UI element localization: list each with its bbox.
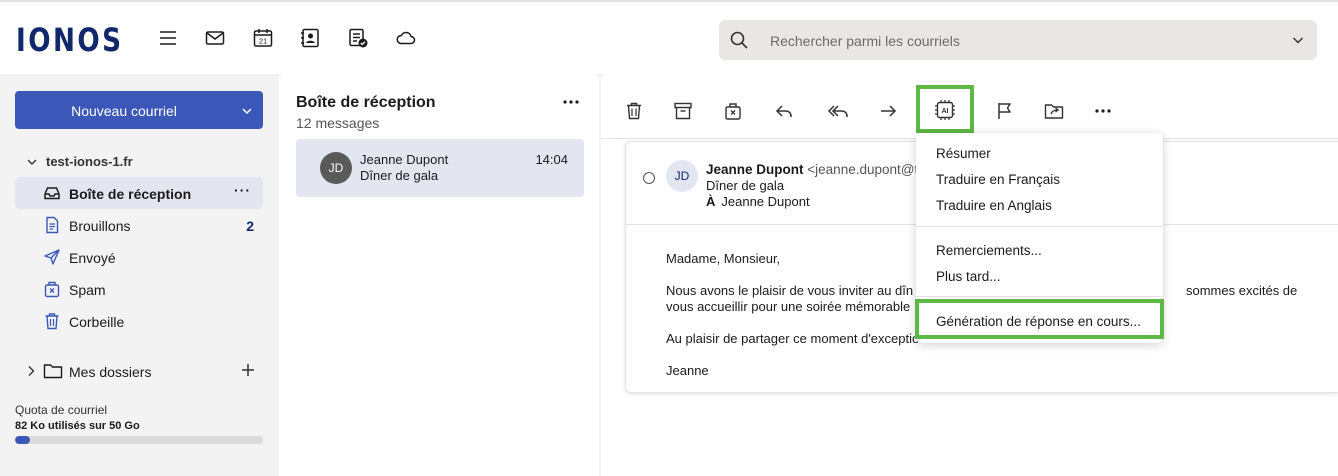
email-from: Jeanne Dupont <jeanne.dupont@te: [706, 162, 922, 177]
folder-icon: [43, 362, 63, 380]
chevron-down-icon[interactable]: [241, 105, 253, 117]
search-icon: [729, 30, 749, 50]
more-icon[interactable]: [563, 100, 579, 104]
new-mail-button[interactable]: Nouveau courriel: [15, 91, 263, 129]
menu-divider: [916, 226, 1163, 227]
ionos-logo: IONOS: [16, 21, 124, 59]
email-subject: Dîner de gala: [706, 178, 785, 193]
message-count: 12 messages: [296, 115, 380, 131]
move-icon[interactable]: [1043, 100, 1065, 122]
spam-icon[interactable]: [722, 100, 744, 122]
email-to: À Jeanne Dupont: [706, 194, 810, 209]
contacts-icon[interactable]: [299, 27, 321, 49]
sender-name: Jeanne Dupont: [360, 152, 449, 167]
ai-button-highlight[interactable]: AI: [916, 85, 974, 133]
subject: Dîner de gala: [360, 168, 439, 183]
more-icon[interactable]: [1095, 100, 1117, 122]
sender-email: <jeanne.dupont@te: [807, 162, 922, 177]
folder-label: Envoyé: [69, 250, 116, 266]
ai-icon[interactable]: AI: [933, 98, 955, 120]
body-paragraph-1b: sommes excités de: [1186, 283, 1298, 298]
add-folder-icon[interactable]: [241, 363, 255, 377]
quota-fill: [15, 436, 30, 444]
avatar: JD: [320, 152, 352, 184]
select-radio[interactable]: [643, 172, 655, 184]
to-label: À: [706, 194, 716, 209]
ai-menu: Résumer Traduire en Français Traduire en…: [915, 133, 1164, 343]
list-item[interactable]: JD Jeanne Dupont Dîner de gala 14:04: [296, 139, 584, 197]
ai-label: AI: [942, 108, 949, 115]
folder-label: Spam: [69, 282, 106, 298]
list-title: Boîte de réception: [296, 94, 436, 111]
calendar-icon[interactable]: 21: [252, 27, 274, 49]
reply-all-icon[interactable]: [826, 100, 848, 122]
timestamp: 14:04: [535, 152, 568, 167]
chevron-down-icon: [27, 159, 37, 165]
folder-inbox[interactable]: Boîte de réception ···: [15, 177, 263, 209]
new-mail-label: Nouveau courriel: [71, 103, 177, 119]
menu-item-generating-reply[interactable]: Génération de réponse en cours...: [915, 299, 1164, 339]
folder-sent[interactable]: Envoyé: [15, 241, 263, 273]
my-folders[interactable]: Mes dossiers: [26, 361, 263, 383]
folder-more-button[interactable]: ···: [234, 182, 251, 198]
folder-label: Boîte de réception: [69, 186, 192, 202]
recipient-name: Jeanne Dupont: [721, 194, 810, 209]
cloud-icon[interactable]: [395, 27, 417, 49]
unread-count: 2: [246, 218, 254, 234]
sender-name: Jeanne Dupont: [706, 162, 804, 177]
quota-value: 82 Ko utilisés sur 50 Go: [15, 420, 140, 432]
message-list: Boîte de réception 12 messages JD Jeanne…: [279, 74, 599, 476]
app-header: IONOS 21 Rechercher parmi les courriels: [0, 2, 1338, 74]
folder-drafts[interactable]: Brouillons 2: [15, 209, 263, 241]
spam-icon: [43, 280, 61, 298]
forward-icon[interactable]: [878, 100, 900, 122]
menu-item-translate-fr[interactable]: Traduire en Français: [936, 172, 1060, 187]
delete-icon[interactable]: [623, 100, 645, 122]
account-toggle[interactable]: test-ionos-1.fr: [26, 154, 133, 169]
tasks-icon[interactable]: [347, 27, 369, 49]
chevron-right-icon[interactable]: [26, 365, 36, 377]
folder-label: Brouillons: [69, 218, 131, 234]
menu-icon[interactable]: [157, 27, 179, 49]
search-bar[interactable]: Rechercher parmi les courriels: [719, 20, 1317, 60]
archive-icon[interactable]: [672, 100, 694, 122]
menu-item-summarize[interactable]: Résumer: [936, 146, 991, 161]
inbox-icon: [43, 184, 61, 202]
folder-spam[interactable]: Spam: [15, 273, 263, 305]
mail-icon[interactable]: [204, 27, 226, 49]
menu-item-translate-en[interactable]: Traduire en Anglais: [936, 198, 1052, 213]
chevron-down-icon[interactable]: [1291, 33, 1305, 47]
sidebar: Nouveau courriel test-ionos-1.fr Boîte d…: [0, 74, 278, 476]
avatar: JD: [666, 160, 698, 192]
menu-item-thanks[interactable]: Remerciements...: [936, 243, 1042, 258]
menu-item-later[interactable]: Plus tard...: [936, 269, 1001, 284]
folder-label: Corbeille: [69, 314, 125, 330]
menu-item-label: Génération de réponse en cours...: [936, 314, 1141, 329]
quota-bar: [15, 436, 263, 444]
my-folders-label: Mes dossiers: [69, 364, 152, 380]
body-signature: Jeanne: [666, 363, 709, 378]
trash-icon: [43, 312, 61, 330]
reply-icon[interactable]: [773, 100, 795, 122]
calendar-day: 21: [259, 37, 267, 46]
folder-trash[interactable]: Corbeille: [15, 305, 263, 337]
menu-divider: [916, 296, 1163, 297]
quota-label: Quota de courriel: [15, 403, 108, 417]
flag-icon[interactable]: [994, 100, 1016, 122]
draft-icon: [43, 216, 61, 234]
account-name: test-ionos-1.fr: [46, 154, 133, 169]
send-icon: [43, 248, 61, 266]
search-placeholder: Rechercher parmi les courriels: [770, 33, 960, 49]
